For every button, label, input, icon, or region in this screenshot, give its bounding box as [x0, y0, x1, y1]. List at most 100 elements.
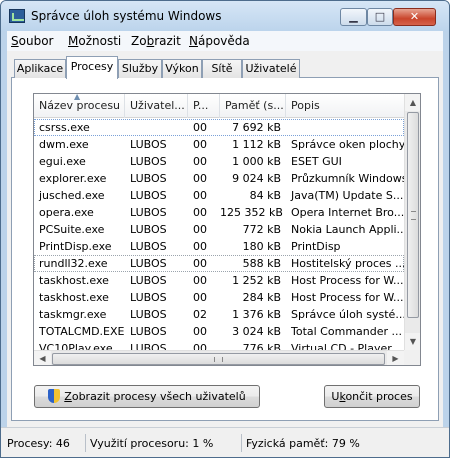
- table-row[interactable]: csrss.exe 00 7 692 kB: [34, 119, 404, 136]
- vertical-scroll-thumb[interactable]: [407, 112, 419, 318]
- tab-vykon[interactable]: Výkon: [162, 59, 202, 78]
- cell-memory: 3 024 kB: [232, 325, 281, 338]
- uac-shield-icon: [48, 389, 61, 403]
- table-row[interactable]: PCSuite.exe LUBOS 00 772 kB Nokia Launch App…: [34, 221, 404, 238]
- scroll-up-icon[interactable]: ▲: [405, 94, 420, 111]
- menu-moznosti[interactable]: Možnosti: [68, 34, 121, 48]
- table-row[interactable]: dwm.exe LUBOS 00 1 112 kB Správce oken ploch…: [34, 136, 404, 153]
- cell-memory: 125 352 kB: [220, 206, 283, 219]
- cell-memory: 772 kB: [242, 223, 281, 236]
- cell-cpu: 00: [193, 291, 207, 304]
- cell-cpu: 00: [193, 240, 207, 253]
- table-row[interactable]: taskhost.exe LUBOS 00 1 252 kB Host Process …: [34, 272, 404, 289]
- window-title: Správce úloh systému Windows: [31, 9, 222, 23]
- table-row[interactable]: taskmgr.exe LUBOS 02 1 376 kB Správce úloh s…: [34, 306, 404, 323]
- cell-cpu: 00: [193, 121, 207, 134]
- table-row[interactable]: opera.exe LUBOS 00 125 352 kB Opera Internet…: [34, 204, 404, 221]
- title-bar[interactable]: Správce úloh systému Windows ▁ □ ✕: [1, 1, 449, 31]
- show-all-users-processes-button[interactable]: Zobrazit procesy všech uživatelů: [34, 385, 260, 408]
- show-all-label: obrazit procesy všech uživatelů: [71, 390, 246, 403]
- menu-napoveda[interactable]: Nápověda: [189, 34, 250, 48]
- status-bar: Procesy: 46 Využití procesoru: 1 % Fyzic…: [1, 427, 449, 457]
- scroll-down-icon[interactable]: ▼: [405, 333, 420, 350]
- column-header-cpu[interactable]: P...: [188, 94, 220, 118]
- table-row[interactable]: TOTALCMD.EXE LUBOS 00 3 024 kB Total Command…: [34, 323, 404, 340]
- status-physical-memory: Fyzická paměť: 79 %: [246, 437, 360, 450]
- cell-memory: 588 kB: [242, 257, 281, 270]
- close-button[interactable]: ✕: [393, 8, 436, 26]
- cell-process-name: jusched.exe: [39, 189, 105, 202]
- cell-description: Total Commander ...: [291, 325, 402, 338]
- tab-site[interactable]: Sítě: [202, 59, 242, 78]
- cell-description: Průzkumník Windows: [291, 172, 404, 185]
- client-area: Aplikace Procesy Služby Výkon Sítě Uživa…: [7, 51, 443, 427]
- show-all-accel: Z: [64, 390, 72, 403]
- table-row[interactable]: explorer.exe LUBOS 00 9 024 kB Průzkumník Wi…: [34, 170, 404, 187]
- tab-sluzby[interactable]: Služby: [118, 59, 162, 78]
- column-header-memory[interactable]: Paměť (s...: [220, 94, 286, 118]
- cell-cpu: 00: [193, 325, 207, 338]
- cell-description: Hostitelský proces ...: [291, 257, 404, 270]
- menu-zobrazit-prefix: Zo: [131, 34, 147, 48]
- cell-memory: 9 024 kB: [232, 172, 281, 185]
- table-row[interactable]: taskhost.exe LUBOS 00 284 kB Host Process fo…: [34, 289, 404, 306]
- cell-process-name: taskmgr.exe: [39, 308, 107, 321]
- cell-user: LUBOS: [130, 172, 167, 185]
- cell-user: LUBOS: [130, 240, 167, 253]
- table-row[interactable]: rundll32.exe LUBOS 00 588 kB Hostitelský pro…: [34, 255, 404, 272]
- cell-user: [125, 119, 188, 136]
- menu-soubor-accel: S: [11, 34, 19, 48]
- cell-user: LUBOS: [130, 138, 167, 151]
- scroll-left-icon[interactable]: ◀: [34, 351, 51, 365]
- process-list[interactable]: ▲ Název procesu Uživatel... P... Paměť (s…: [33, 93, 421, 366]
- cell-user: LUBOS: [130, 206, 167, 219]
- vertical-scrollbar[interactable]: ▲ ▼: [404, 94, 420, 350]
- cell-process-name: rundll32.exe: [39, 257, 108, 270]
- cell-description: ESET GUI: [291, 155, 342, 168]
- scroll-right-icon[interactable]: ▶: [387, 351, 404, 365]
- cell-cpu: 00: [193, 223, 207, 236]
- maximize-button[interactable]: □: [367, 8, 393, 26]
- table-row[interactable]: jusched.exe LUBOS 00 84 kB Java(TM) Update S…: [34, 187, 404, 204]
- cell-memory: 1 252 kB: [232, 274, 281, 287]
- cell-user: LUBOS: [130, 325, 167, 338]
- cell-user: LUBOS: [130, 189, 167, 202]
- cell-description: Opera Internet Bro...: [291, 206, 404, 219]
- menu-zobrazit[interactable]: Zobrazit: [131, 34, 181, 48]
- tab-procesy[interactable]: Procesy: [66, 56, 118, 79]
- cell-process-name: opera.exe: [39, 206, 94, 219]
- status-cpu-usage: Využití procesoru: 1 %: [90, 437, 214, 450]
- cell-process-name: egui.exe: [39, 155, 86, 168]
- horizontal-scroll-thumb[interactable]: [52, 353, 385, 365]
- minimize-button[interactable]: ▁: [340, 8, 367, 26]
- menu-zobrazit-label: razit: [154, 34, 181, 48]
- menu-soubor[interactable]: Soubor: [11, 34, 53, 48]
- status-process-count: Procesy: 46: [7, 437, 70, 450]
- menu-soubor-label: oubor: [18, 34, 54, 48]
- tab-uzivatele[interactable]: Uživatelé: [242, 59, 300, 78]
- cell-process-name: dwm.exe: [39, 138, 89, 151]
- status-separator: [85, 434, 86, 452]
- cell-process-name: explorer.exe: [39, 172, 107, 185]
- cell-description: [286, 119, 404, 136]
- cell-user: LUBOS: [130, 257, 167, 270]
- status-separator: [241, 434, 242, 452]
- cell-cpu: 02: [193, 308, 207, 321]
- column-header-user[interactable]: Uživatel...: [125, 94, 188, 118]
- column-header-name[interactable]: ▲ Název procesu: [34, 94, 125, 118]
- tab-aplikace[interactable]: Aplikace: [14, 59, 66, 78]
- column-header-description[interactable]: Popis: [286, 94, 404, 118]
- cell-description: PrintDisp: [291, 240, 341, 253]
- menu-napoveda-label: ápověda: [197, 34, 250, 48]
- table-row[interactable]: egui.exe LUBOS 00 1 000 kB ESET GUI: [34, 153, 404, 170]
- cell-cpu: 00: [193, 274, 207, 287]
- table-row[interactable]: PrintDisp.exe LUBOS 00 180 kB PrintDisp: [34, 238, 404, 255]
- cell-cpu: 00: [193, 138, 207, 151]
- cell-description: Host Process for W...: [291, 274, 404, 287]
- cell-user: LUBOS: [130, 291, 167, 304]
- cell-description: Java(TM) Update S...: [291, 189, 404, 202]
- menu-napoveda-accel: N: [189, 34, 198, 48]
- horizontal-scrollbar[interactable]: ◀ ▶: [34, 350, 404, 365]
- scrollbar-corner: [404, 350, 420, 365]
- end-process-button[interactable]: Ukončit proces: [324, 385, 420, 408]
